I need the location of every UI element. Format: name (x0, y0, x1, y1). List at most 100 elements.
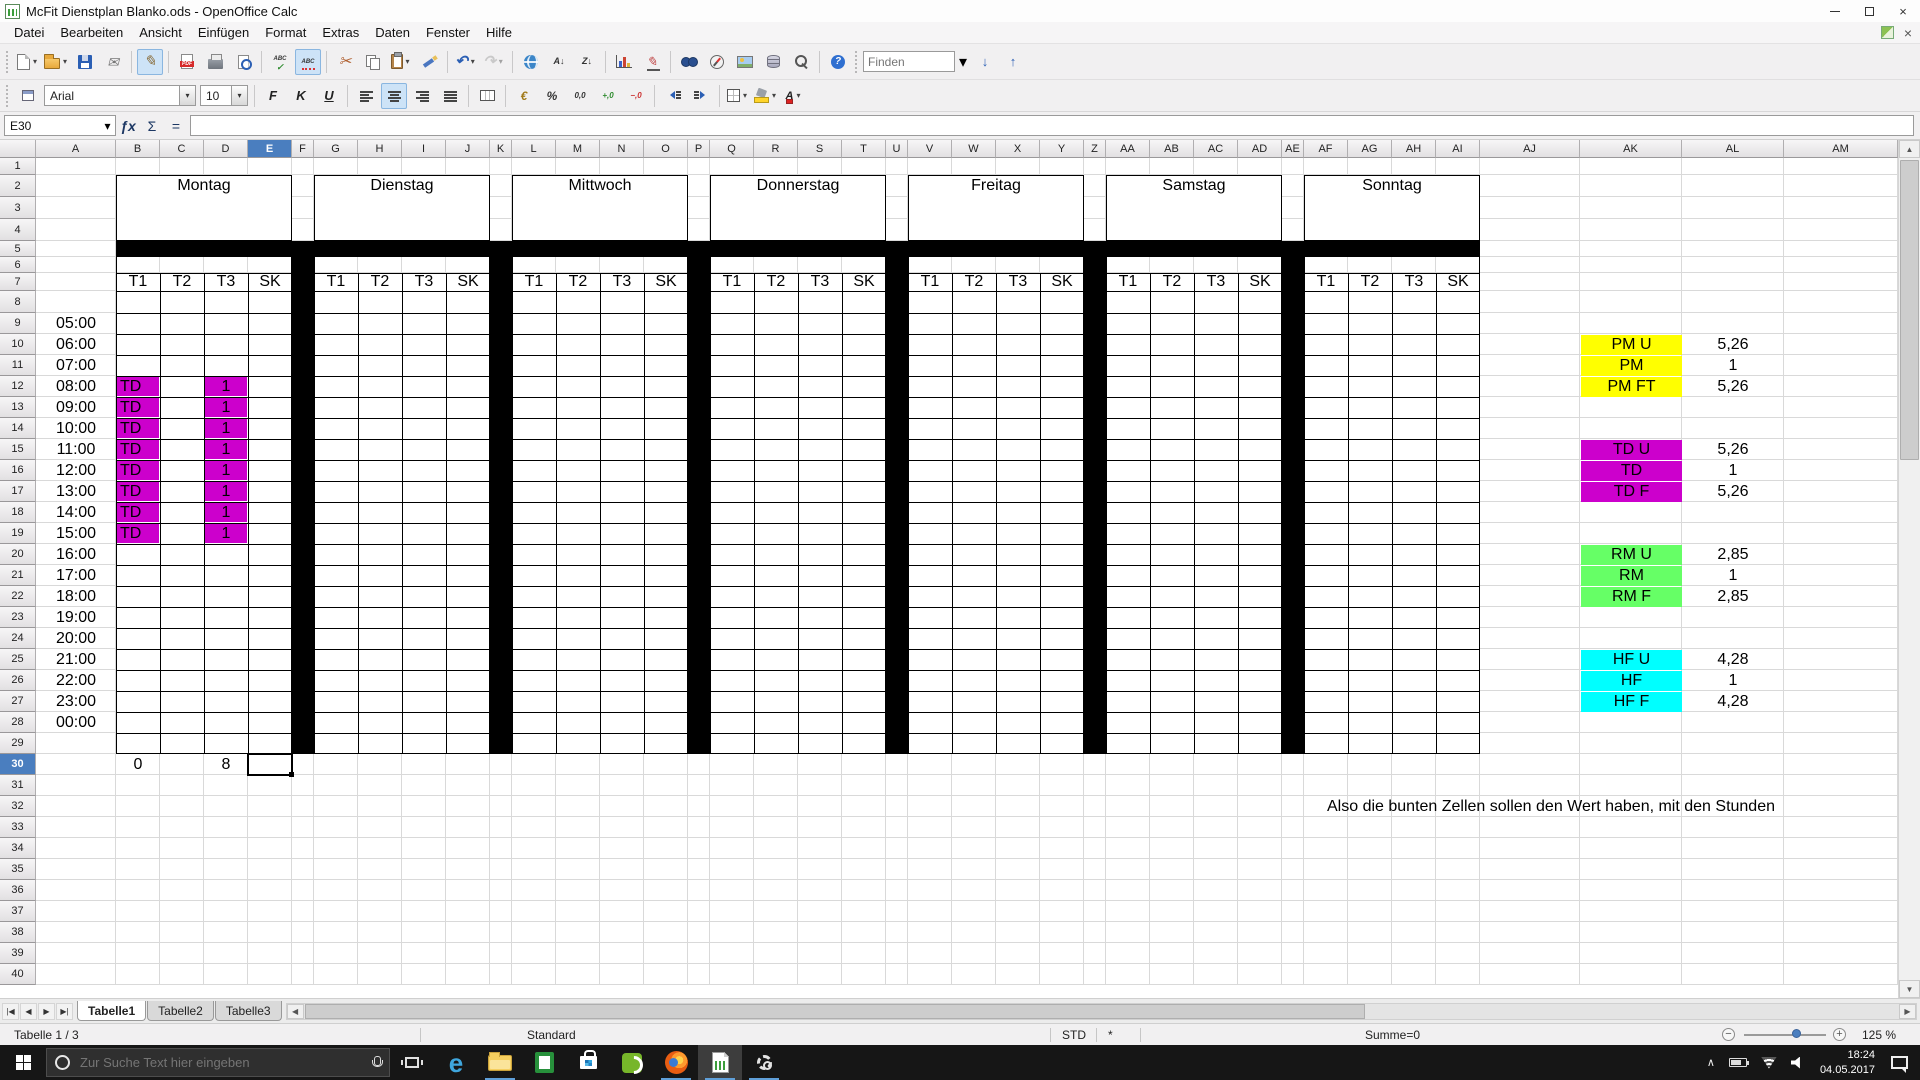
cell-AL12[interactable]: 5,26 (1682, 376, 1784, 397)
formula-input[interactable] (190, 115, 1914, 136)
row-header-16[interactable]: 16 (0, 460, 36, 481)
currency-format-button[interactable]: € (511, 83, 537, 109)
help-button[interactable]: ? (825, 49, 851, 75)
cell-D15[interactable]: 1 (205, 440, 247, 459)
row-header-7[interactable]: 7 (0, 273, 36, 291)
align-center-button[interactable] (381, 83, 407, 109)
column-header-V[interactable]: V (908, 140, 952, 158)
menu-extras[interactable]: Extras (314, 22, 367, 44)
font-color-dropdown-icon[interactable]: ▾ (794, 91, 802, 100)
cell-AK22[interactable]: RM F (1581, 587, 1682, 607)
cell-D13[interactable]: 1 (205, 398, 247, 417)
column-header-C[interactable]: C (160, 140, 204, 158)
column-header-AG[interactable]: AG (1348, 140, 1392, 158)
sheet-nav-previous-icon[interactable]: ◀ (20, 1003, 37, 1020)
column-header-P[interactable]: P (688, 140, 710, 158)
cell-A16[interactable]: 12:00 (36, 460, 116, 481)
row-header-37[interactable]: 37 (0, 901, 36, 922)
find-dropdown-icon[interactable]: ▾ (955, 51, 971, 72)
selected-cell-E30[interactable] (247, 753, 293, 776)
taskbar-settings-button[interactable] (742, 1045, 786, 1080)
cell-B12[interactable]: TD (117, 377, 159, 396)
borders-button[interactable]: ▾ (725, 83, 751, 109)
styles-button[interactable] (15, 83, 41, 109)
cell-AH7[interactable]: T3 (1392, 273, 1436, 291)
cell-W7[interactable]: T2 (952, 273, 996, 291)
close-document-button[interactable]: × (1904, 26, 1912, 40)
font-size-combo[interactable]: 10▾ (200, 85, 248, 106)
row-header-40[interactable]: 40 (0, 964, 36, 985)
cell-A21[interactable]: 17:00 (36, 565, 116, 586)
name-box[interactable]: E30 ▾ (4, 115, 116, 136)
find-replace-button[interactable] (676, 49, 702, 75)
row-header-10[interactable]: 10 (0, 334, 36, 355)
scroll-up-icon[interactable]: ▲ (1899, 140, 1920, 158)
cell-S7[interactable]: T3 (798, 273, 842, 291)
zoom-slider-thumb[interactable] (1792, 1029, 1801, 1038)
row-header-6[interactable]: 6 (0, 257, 36, 273)
start-button[interactable] (0, 1045, 46, 1080)
cell-B19[interactable]: TD (117, 524, 159, 543)
vertical-scrollbar[interactable]: ▲ ▼ (1898, 140, 1920, 998)
background-color-dropdown-icon[interactable]: ▾ (770, 91, 778, 100)
cell-B17[interactable]: TD (117, 482, 159, 501)
cell-AK11[interactable]: PM (1581, 356, 1682, 376)
zoom-level[interactable]: 125 % (1862, 1024, 1896, 1046)
cell-A28[interactable]: 00:00 (36, 712, 116, 733)
row-header-38[interactable]: 38 (0, 922, 36, 943)
select-all-corner[interactable] (0, 140, 36, 158)
new-document-dropdown-icon[interactable]: ▾ (31, 57, 39, 66)
column-header-S[interactable]: S (798, 140, 842, 158)
menu-hilfe[interactable]: Hilfe (478, 22, 520, 44)
cell-O7[interactable]: SK (644, 273, 688, 291)
cell-D12[interactable]: 1 (205, 377, 247, 396)
pdf-export-button[interactable] (174, 49, 200, 75)
zoom-in-icon[interactable]: + (1833, 1028, 1846, 1041)
cell-H7[interactable]: T2 (358, 273, 402, 291)
undo-button[interactable]: ↶▾ (453, 49, 479, 75)
cell-A23[interactable]: 19:00 (36, 607, 116, 628)
row-header-21[interactable]: 21 (0, 565, 36, 586)
open-button[interactable]: ▾ (43, 49, 70, 75)
cell-A24[interactable]: 20:00 (36, 628, 116, 649)
cell-A22[interactable]: 18:00 (36, 586, 116, 607)
page-style[interactable]: Standard (527, 1024, 576, 1046)
column-header-AH[interactable]: AH (1392, 140, 1436, 158)
name-box-dropdown-icon[interactable]: ▾ (100, 116, 115, 135)
insert-chart-button[interactable] (611, 49, 637, 75)
hyperlink-button[interactable] (518, 49, 544, 75)
cell-E7[interactable]: SK (248, 273, 292, 291)
cell-AL17[interactable]: 5,26 (1682, 481, 1784, 502)
column-header-W[interactable]: W (952, 140, 996, 158)
cut-button[interactable]: ✂ (332, 49, 358, 75)
column-header-A[interactable]: A (36, 140, 116, 158)
cell-Q7[interactable]: T1 (710, 273, 754, 291)
column-header-F[interactable]: F (292, 140, 314, 158)
column-header-E[interactable]: E (248, 140, 292, 158)
column-header-AB[interactable]: AB (1150, 140, 1194, 158)
cell-B13[interactable]: TD (117, 398, 159, 417)
sheet-nav-last-icon[interactable]: ▶| (56, 1003, 73, 1020)
cell-A27[interactable]: 23:00 (36, 691, 116, 712)
row-header-23[interactable]: 23 (0, 607, 36, 628)
wifi-icon[interactable] (1761, 1057, 1777, 1069)
column-header-AC[interactable]: AC (1194, 140, 1238, 158)
font-name-combo[interactable]: Arial▾ (44, 85, 196, 106)
autospellcheck-button[interactable]: ABC (295, 49, 321, 75)
cell-AL21[interactable]: 1 (1682, 565, 1784, 586)
menu-einfügen[interactable]: Einfügen (190, 22, 257, 44)
column-header-AJ[interactable]: AJ (1480, 140, 1580, 158)
zoom-out-icon[interactable]: − (1722, 1028, 1735, 1041)
action-center-icon[interactable] (1891, 1056, 1908, 1069)
row-header-22[interactable]: 22 (0, 586, 36, 607)
insert-mode[interactable]: STD (1062, 1024, 1086, 1046)
column-header-Y[interactable]: Y (1040, 140, 1084, 158)
column-header-AK[interactable]: AK (1580, 140, 1682, 158)
row-header-39[interactable]: 39 (0, 943, 36, 964)
taskbar-firefox-button[interactable] (654, 1045, 698, 1080)
combo-dropdown-icon[interactable]: ▾ (179, 86, 195, 105)
align-right-button[interactable] (409, 83, 435, 109)
cell-R7[interactable]: T2 (754, 273, 798, 291)
menu-format[interactable]: Format (257, 22, 314, 44)
cell-B15[interactable]: TD (117, 440, 159, 459)
